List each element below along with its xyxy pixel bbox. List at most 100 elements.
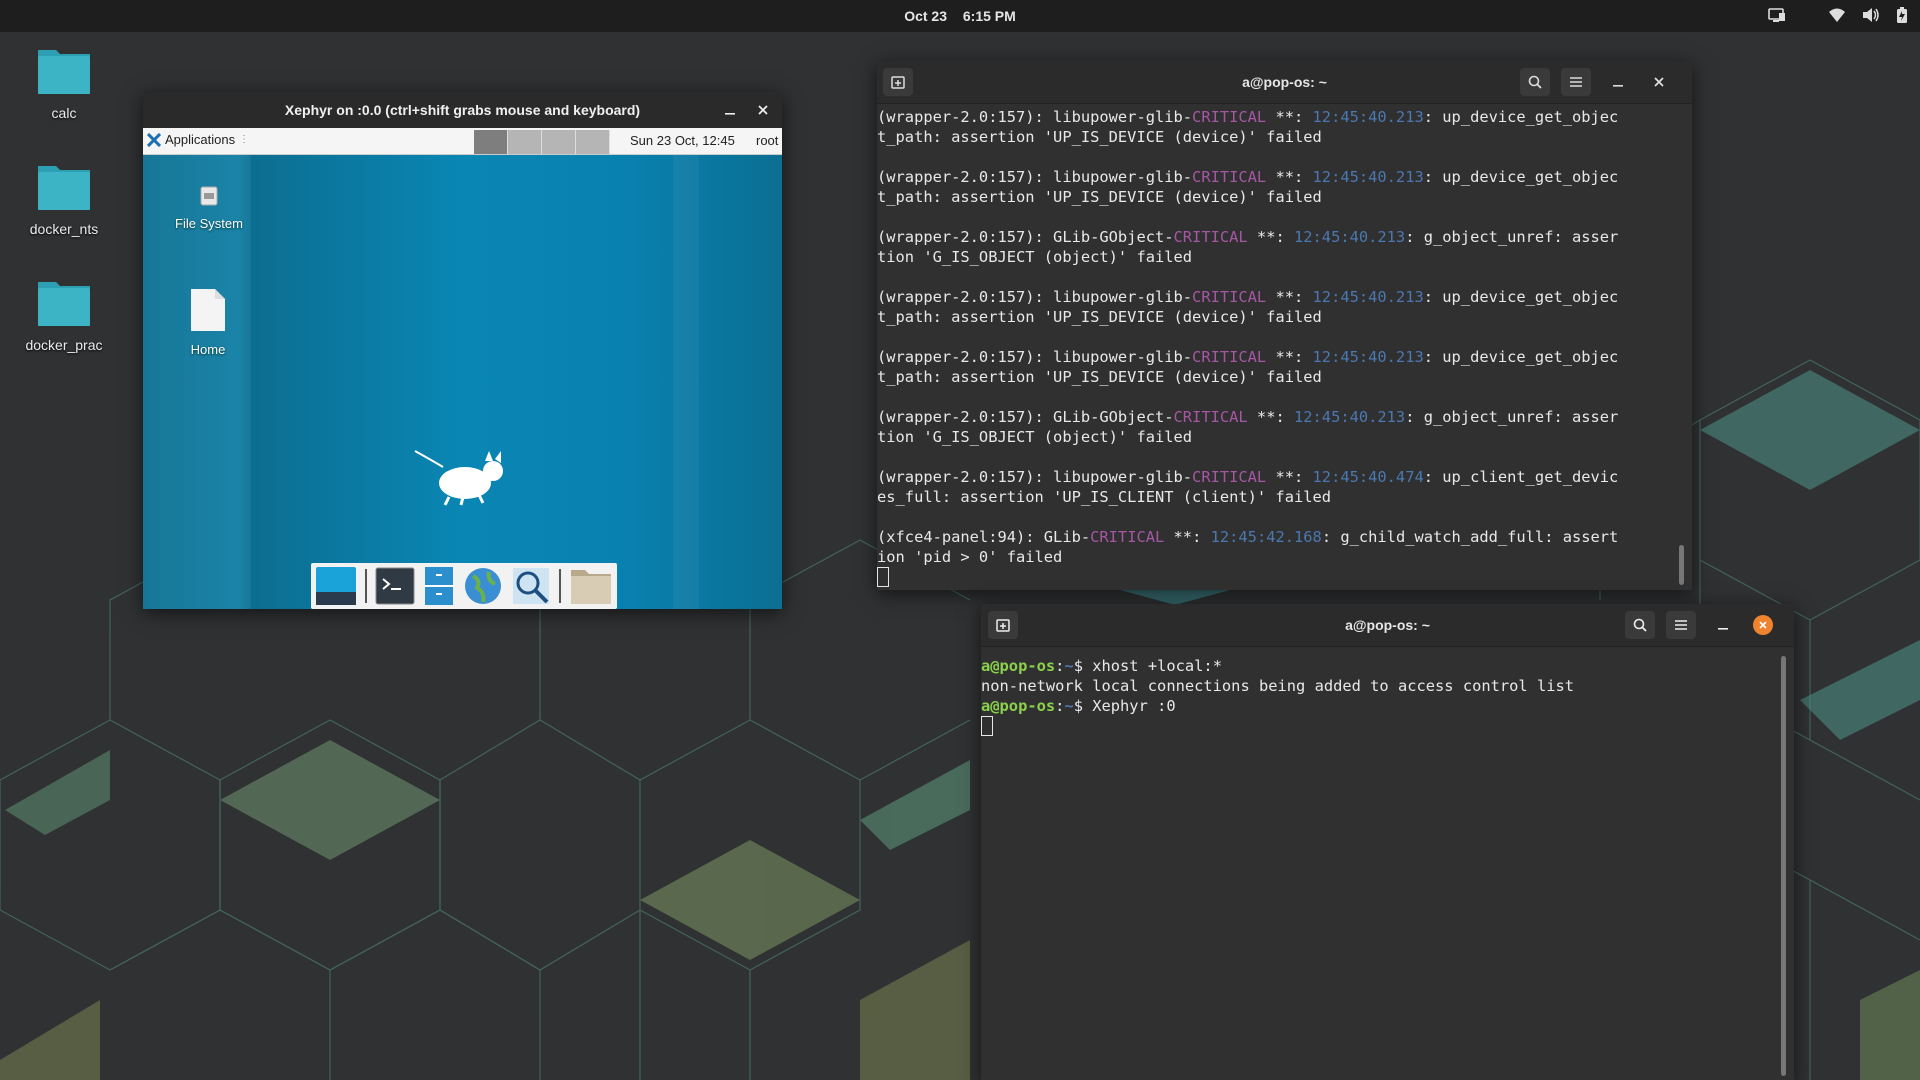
terminal-window-active[interactable]: a@pop-os: ~ a@pop-os:~$ xhost +local:* no…	[981, 604, 1794, 1080]
terminal-line: ion 'pid > 0' failed	[877, 547, 1677, 567]
terminal-text: es_full: assertion 'UP_IS_CLIENT (client…	[877, 488, 1332, 506]
workspace-1[interactable]	[474, 130, 508, 154]
terminal-text: CRITICAL	[1192, 108, 1267, 126]
xfce-dock	[311, 563, 617, 609]
close-button[interactable]	[1644, 68, 1674, 96]
terminal-icon[interactable]	[375, 567, 415, 605]
desktop-folder-calc[interactable]: calc	[9, 42, 119, 121]
terminal-line: (wrapper-2.0:157): libupower-glib-CRITIC…	[877, 107, 1677, 127]
terminal-line: es_full: assertion 'UP_IS_CLIENT (client…	[877, 487, 1677, 507]
terminal-line: t_path: assertion 'UP_IS_DEVICE (device)…	[877, 367, 1677, 387]
scrollbar[interactable]	[1781, 656, 1786, 1076]
app-finder-icon[interactable]	[511, 566, 551, 606]
terminal-text: 12:45:40.213	[1312, 288, 1424, 306]
terminal-cursor-line	[981, 716, 1794, 736]
workspace-switcher[interactable]	[474, 130, 610, 154]
menu-button[interactable]	[1666, 611, 1696, 639]
terminal-text: t_path: assertion 'UP_IS_DEVICE (device)…	[877, 368, 1322, 386]
search-button[interactable]	[1625, 611, 1655, 639]
terminal-output[interactable]: a@pop-os:~$ xhost +local:* non-network lo…	[981, 656, 1794, 736]
clock[interactable]: Oct 23 6:15 PM	[0, 8, 1920, 24]
desktop-icon-label: docker_prac	[25, 337, 103, 353]
drive-icon	[200, 186, 218, 206]
terminal-line: (wrapper-2.0:157): GLib-GObject-CRITICAL…	[877, 407, 1677, 427]
close-button[interactable]	[1748, 611, 1778, 639]
terminal-text: **:	[1266, 468, 1313, 486]
terminal-text: : up_client_get_devic	[1423, 468, 1619, 486]
show-desktop-icon[interactable]	[315, 566, 357, 606]
workspace-4[interactable]	[576, 130, 610, 154]
terminal-line: a@pop-os:~$ xhost +local:*	[981, 656, 1794, 676]
display-icon[interactable]	[1768, 7, 1786, 23]
terminal-text: ~	[1064, 657, 1074, 675]
clock-time: 6:15 PM	[962, 8, 1016, 24]
terminal-text: a@pop-os	[981, 657, 1056, 675]
terminal-text: 12:45:40.213	[1294, 408, 1406, 426]
xfce-icon-label: File System	[175, 216, 243, 231]
terminal-line: a@pop-os:~$ Xephyr :0	[981, 696, 1794, 716]
minimize-icon	[1613, 85, 1623, 87]
terminal-text: : up_device_get_objec	[1423, 348, 1619, 366]
battery-icon[interactable]	[1896, 7, 1908, 23]
desktop-folder-docker-nts[interactable]: docker_nts	[9, 158, 119, 237]
terminal-text: : g_object_unref: asser	[1405, 228, 1619, 246]
terminal-text: CRITICAL	[1192, 288, 1267, 306]
menu-button[interactable]	[1561, 68, 1591, 96]
top-bar: Oct 23 6:15 PM	[0, 0, 1920, 32]
terminal-line: tion 'G_IS_OBJECT (object)' failed	[877, 427, 1677, 447]
terminal-text: CRITICAL	[1192, 168, 1267, 186]
wifi-icon[interactable]	[1828, 7, 1846, 23]
terminal-headerbar[interactable]: a@pop-os: ~	[981, 604, 1794, 647]
terminal-line: (wrapper-2.0:157): libupower-glib-CRITIC…	[877, 467, 1677, 487]
xfce-mouse-logo	[414, 450, 503, 506]
terminal-line: t_path: assertion 'UP_IS_DEVICE (device)…	[877, 127, 1677, 147]
panel-clock[interactable]: Sun 23 Oct, 12:45	[630, 133, 735, 148]
terminal-text: (wrapper-2.0:157): libupower-glib-	[877, 288, 1193, 306]
xephyr-window[interactable]: Xephyr on :0.0 (ctrl+shift grabs mouse a…	[143, 92, 782, 609]
volume-icon[interactable]	[1862, 7, 1880, 23]
close-icon	[758, 105, 768, 115]
close-icon	[1654, 77, 1664, 87]
applications-menu[interactable]: Applications ⋮	[147, 132, 249, 147]
minimize-button[interactable]	[1603, 68, 1633, 96]
minimize-button[interactable]	[715, 92, 745, 128]
scrollbar[interactable]	[1679, 545, 1684, 585]
web-browser-icon[interactable]	[463, 566, 503, 606]
terminal-output[interactable]: (wrapper-2.0:157): libupower-glib-CRITIC…	[877, 107, 1677, 587]
minimize-button[interactable]	[1708, 611, 1738, 639]
terminal-text: 12:45:40.213	[1312, 108, 1424, 126]
terminal-text: t_path: assertion 'UP_IS_DEVICE (device)…	[877, 308, 1322, 326]
search-button[interactable]	[1520, 68, 1550, 96]
terminal-window-logs[interactable]: a@pop-os: ~ (wrapper-2.0:157): libupower…	[877, 61, 1692, 590]
xfce-icon-home[interactable]: Home	[153, 287, 263, 357]
file-manager-icon[interactable]	[423, 566, 455, 606]
xfce-icon-file-system[interactable]: File System	[154, 185, 264, 231]
workspace-2[interactable]	[508, 130, 542, 154]
terminal-headerbar[interactable]: a@pop-os: ~	[877, 61, 1692, 104]
workspace-3[interactable]	[542, 130, 576, 154]
applications-label: Applications	[165, 132, 236, 147]
panel-user[interactable]: root	[756, 133, 778, 148]
xfce-logo-icon	[147, 132, 161, 147]
folder-icon[interactable]	[569, 566, 613, 606]
hamburger-menu-icon	[1570, 77, 1582, 87]
xfce-desktop[interactable]: File System Home	[143, 155, 782, 609]
terminal-text: **:	[1266, 348, 1313, 366]
close-button[interactable]	[748, 92, 778, 128]
terminal-text: (xfce4-panel:94): GLib-	[877, 528, 1091, 546]
system-tray[interactable]	[1768, 7, 1908, 23]
home-file-icon	[191, 289, 225, 331]
terminal-text: a@pop-os	[981, 697, 1056, 715]
handle-icon: ⋮	[239, 134, 250, 145]
terminal-line: (wrapper-2.0:157): libupower-glib-CRITIC…	[877, 167, 1677, 187]
terminal-text: CRITICAL	[1173, 408, 1248, 426]
text-cursor	[877, 567, 889, 587]
desktop-folder-docker-prac[interactable]: docker_prac	[9, 274, 119, 353]
wallpaper-beam	[673, 155, 699, 609]
desktop-icon-label: calc	[51, 105, 77, 121]
xephyr-titlebar[interactable]: Xephyr on :0.0 (ctrl+shift grabs mouse a…	[143, 92, 782, 128]
